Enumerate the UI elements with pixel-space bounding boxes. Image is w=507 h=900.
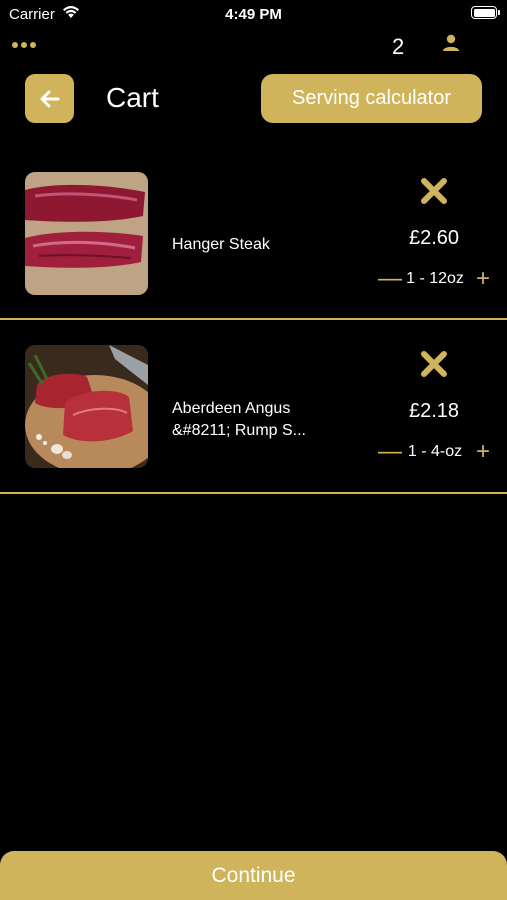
close-icon[interactable] (420, 350, 448, 378)
product-image (25, 345, 148, 468)
clock: 4:49 PM (225, 6, 282, 23)
quantity-label: 1 - 4-oz (407, 443, 463, 460)
product-price: £2.60 (408, 227, 460, 249)
close-icon[interactable] (420, 177, 448, 205)
cart-item: Hanger Steak £2.60 — 1 - 12oz + (0, 147, 507, 320)
arrow-left-icon (40, 90, 59, 107)
status-bar: Carrier 4:49 PM (0, 0, 507, 28)
user-profile-icon[interactable] (441, 33, 461, 58)
product-name: Hanger Steak (172, 236, 270, 253)
battery-icon (471, 6, 500, 19)
continue-button[interactable]: Continue (0, 851, 507, 900)
page-title: Cart (106, 82, 159, 113)
divider (0, 492, 507, 494)
cart-count: 2 (392, 34, 405, 59)
quantity-label: 1 - 12oz (406, 270, 464, 287)
product-price: £2.18 (408, 400, 460, 422)
back-button[interactable] (25, 74, 74, 123)
quantity-stepper: — 1 - 12oz + (378, 267, 492, 291)
product-image (25, 172, 148, 295)
serving-calculator-button[interactable]: Serving calculator (261, 74, 482, 123)
more-options-icon[interactable] (12, 42, 36, 48)
cart-item: Aberdeen Angus &#8211; Rump S... £2.18 —… (0, 320, 507, 493)
increase-quantity-button[interactable]: + (474, 440, 492, 464)
decrease-quantity-button[interactable]: — (378, 267, 402, 291)
quantity-stepper: — 1 - 4-oz + (378, 440, 492, 464)
decrease-quantity-button[interactable]: — (378, 440, 402, 464)
product-name: Aberdeen Angus &#8211; Rump S... (172, 400, 306, 439)
increase-quantity-button[interactable]: + (474, 267, 492, 291)
